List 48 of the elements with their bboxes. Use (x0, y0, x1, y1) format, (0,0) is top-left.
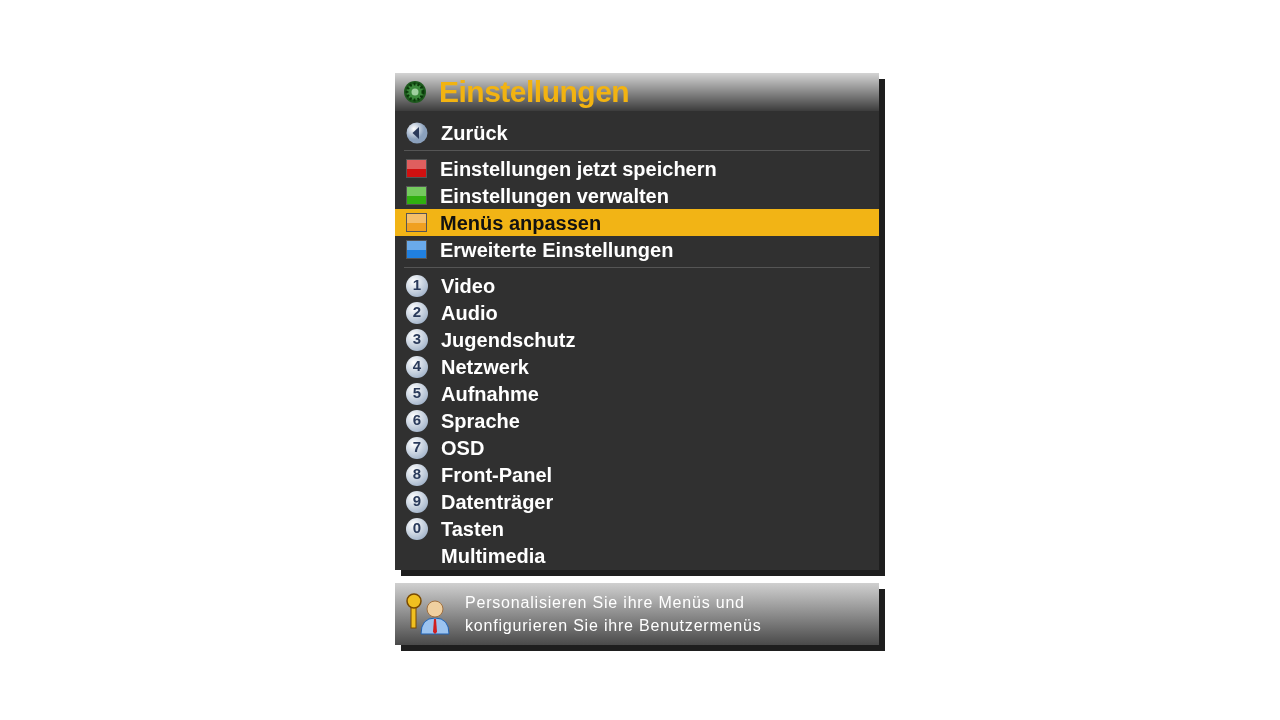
gear-icon (403, 80, 427, 104)
menu-item[interactable]: 8 Front-Panel (395, 461, 879, 488)
number-key-icon: 3 (406, 328, 428, 351)
menu-item-label: Front-Panel (441, 462, 553, 488)
number-key-icon: 7 (406, 436, 428, 459)
menu-item-label: Einstellungen jetzt speichern (440, 156, 717, 182)
description-text: Personalisieren Sie ihre Menüs und (465, 593, 746, 613)
menu-item[interactable]: 9 Datenträger (395, 488, 879, 515)
number-key-icon: 0 (406, 517, 428, 540)
menu-item-label: Sprache (441, 408, 520, 434)
menu-item-label: Tasten (441, 516, 504, 542)
description-text: konfigurieren Sie ihre Benutzermenüs (465, 616, 762, 636)
menu-item-label: Datenträger (441, 489, 554, 515)
number-key-icon: 6 (406, 409, 428, 432)
number-key-icon: 4 (406, 355, 428, 378)
number-key-icon: 2 (406, 301, 428, 324)
menu-item-label: Einstellungen verwalten (440, 183, 669, 209)
back-icon (406, 121, 428, 144)
menu-item-label: Audio (441, 300, 498, 326)
menu-item[interactable]: 0 Tasten (395, 515, 879, 542)
menu-item-label: Erweiterte Einstellungen (440, 237, 674, 263)
menu-item[interactable]: 7 OSD (395, 434, 879, 461)
menu-item-label: Menüs anpassen (440, 210, 602, 236)
menu-item-label: Aufnahme (441, 381, 539, 407)
menu-item[interactable]: 6 Sprache (395, 407, 879, 434)
menu-item-label: Jugendschutz (441, 327, 576, 353)
menu-item[interactable]: 4 Netzwerk (395, 353, 879, 380)
menu-item-label: OSD (441, 435, 485, 461)
menu-item[interactable]: 5 Aufnahme (395, 380, 879, 407)
user-key-icon (405, 592, 451, 636)
menu-item[interactable]: Einstellungen verwalten (395, 182, 879, 209)
menu-item-label: Netzwerk (441, 354, 529, 380)
number-key-icon: 8 (406, 463, 428, 486)
menu-item[interactable]: 3 Jugendschutz (395, 326, 879, 353)
number-key-icon: 1 (406, 274, 428, 297)
number-key-icon: 9 (406, 490, 428, 513)
menu-item-label: Video (441, 273, 496, 299)
menu-item[interactable]: Zurück (395, 119, 879, 146)
menu-item[interactable]: Erweiterte Einstellungen (395, 236, 879, 263)
menu-item[interactable]: Multimedia (395, 542, 879, 569)
menu-item[interactable]: Einstellungen jetzt speichern (395, 155, 879, 182)
menu-item[interactable]: 2 Audio (395, 299, 879, 326)
menu-item-label: Multimedia (441, 543, 546, 569)
window-title: Einstellungen (439, 77, 630, 107)
menu-item[interactable]: 1 Video (395, 272, 879, 299)
menu-item-label: Zurück (441, 120, 508, 146)
number-key-icon: 5 (406, 382, 428, 405)
menu-item[interactable]: Menüs anpassen (395, 209, 879, 236)
